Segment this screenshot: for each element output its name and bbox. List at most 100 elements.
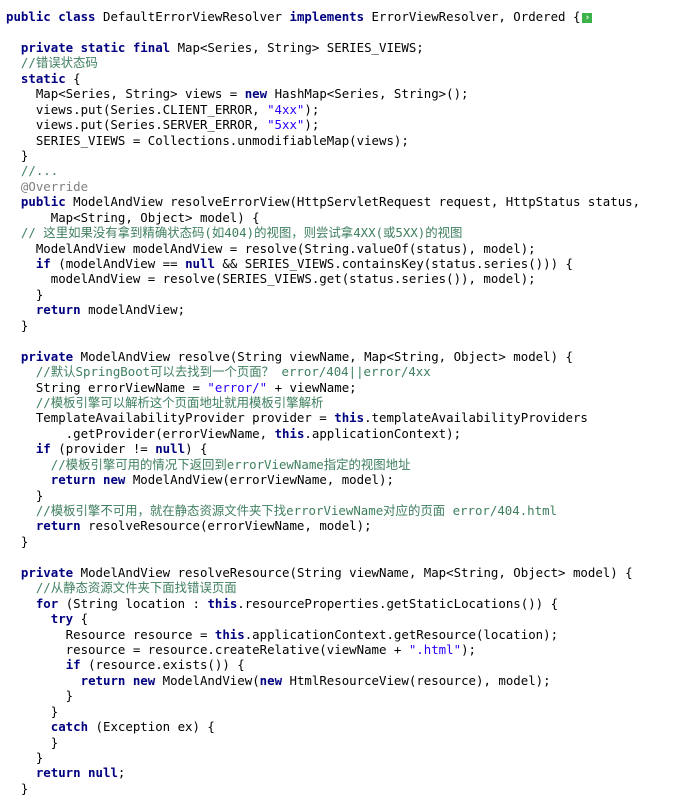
code-token: public [20,194,74,210]
code-line: private static final Map<Series, String>… [6,40,640,55]
code-token: private [20,348,81,364]
code-token: } [6,487,44,503]
code-token: .resourceProperties.getStaticLocations()… [237,595,559,611]
code-token: ".html" [408,641,462,657]
code-token: if [35,256,59,271]
code-token: return [35,302,89,318]
code-line: } [6,750,640,765]
code-token: resource = resource.createRelative(viewN… [6,641,409,657]
code-token: HashMap<Series, String>(); [274,86,469,102]
code-token: Map<Series, String> views = [6,86,245,102]
code-line: if (modelAndView == null && SERIES_VIEWS… [6,256,640,271]
code-token: ErrorViewResolver, Ordered { [371,9,581,24]
code-token: //从静态资源文件夹下面找错误页面 [6,580,237,596]
code-line: catch (Exception ex) { [6,719,640,734]
code-line: if (resource.exists()) { [6,657,640,672]
code-token: "5xx" [267,117,305,133]
code-line: for (String location : this.resourceProp… [6,596,640,611]
code-token: implements [289,9,372,24]
code-token: } [6,750,44,765]
code-token: return null [35,765,118,781]
code-line: resource = resource.createRelative(viewN… [6,642,640,657]
code-token: ModelAndView resolveErrorView(HttpServle… [73,194,641,210]
code-token: resolveResource(errorViewName, model); [88,518,372,534]
code-token: if [65,657,89,673]
code-token: views.put(Series.SERVER_ERROR, [6,117,268,133]
code-line: //... [6,163,640,178]
code-token: .applicationContext.getResource(location… [244,626,559,642]
code-token: (modelAndView == [58,256,186,271]
code-token: ModelAndView modelAndView = resolve(Stri… [6,240,536,256]
code-token: new [259,672,290,688]
code-line: } [6,287,640,302]
code-token: { [73,70,81,86]
code-token: if [35,441,59,457]
code-line: } [6,704,640,719]
code-line: static { [6,71,640,86]
code-token: ); [304,117,320,133]
code-token: private static final [20,39,178,55]
code-token: TemplateAvailabilityProvider provider = [6,410,335,426]
code-token: this [334,410,365,426]
code-line: modelAndView = resolve(SERIES_VIEWS.get(… [6,271,640,286]
code-token: } [6,317,29,333]
code-line: public class DefaultErrorViewResolver im… [6,9,640,24]
code-token: ModelAndView resolveResource(String view… [80,564,633,580]
collapse-toggle-icon[interactable]: › [582,12,593,23]
code-line: } [6,488,640,503]
code-token: //... [6,163,59,179]
code-token: @Override [6,178,89,194]
code-token: catch [50,719,96,735]
code-token: ; [117,765,126,781]
code-line: } [6,688,640,703]
code-token: return new [80,672,163,688]
code-line: public ModelAndView resolveErrorView(Htt… [6,194,640,209]
code-token: return new [50,472,133,488]
code-token: //默认SpringBoot可以去找到一个页面？ error/404||erro… [6,364,431,380]
code-token: for [35,595,66,611]
code-token: ModelAndView resolve(String viewName, Ma… [80,348,573,364]
code-line: } [6,318,640,333]
code-line: //模板引擎不可用，就在静态资源文件夹下找errorViewName对应的页面 … [6,503,640,518]
code-line: if (provider != null) { [6,441,640,456]
code-token: ); [304,101,320,117]
code-token: Map<String, Object> model) { [6,209,260,225]
code-line: views.put(Series.SERVER_ERROR, "5xx"); [6,117,640,132]
code-token: && SERIES_VIEWS.containsKey(status.serie… [222,256,573,271]
code-token: modelAndView; [88,302,186,318]
code-token: (provider != [58,441,156,457]
code-line: ModelAndView modelAndView = resolve(Stri… [6,241,640,256]
code-token: //模板引擎不可用，就在静态资源文件夹下找errorViewName对应的页面 … [6,503,558,518]
code-line: return new ModelAndView(new HtmlResource… [6,673,640,688]
code-token: static [20,70,74,86]
code-line: Resource resource = this.applicationCont… [6,627,640,642]
code-line: views.put(Series.CLIENT_ERROR, "4xx"); [6,102,640,117]
code-token: this [274,425,305,441]
code-token: return [35,518,89,534]
code-token: ) { [185,441,208,457]
code-token: "4xx" [267,101,305,117]
code-token: + viewName; [274,379,357,395]
code-token: null [185,256,223,271]
code-token: ModelAndView( [162,672,260,688]
code-token: this [207,595,238,611]
code-line: return modelAndView; [6,302,640,317]
code-token: .applicationContext); [304,425,462,441]
code-line: } [6,735,640,750]
code-token: // 这里如果没有拿到精确状态码(如404)的视图，则尝试拿4XX(或5XX)的… [6,225,463,241]
code-token: (String location : [65,595,208,611]
code-token: (resource.exists()) { [88,657,245,673]
code-line: private ModelAndView resolveResource(Str… [6,565,640,580]
